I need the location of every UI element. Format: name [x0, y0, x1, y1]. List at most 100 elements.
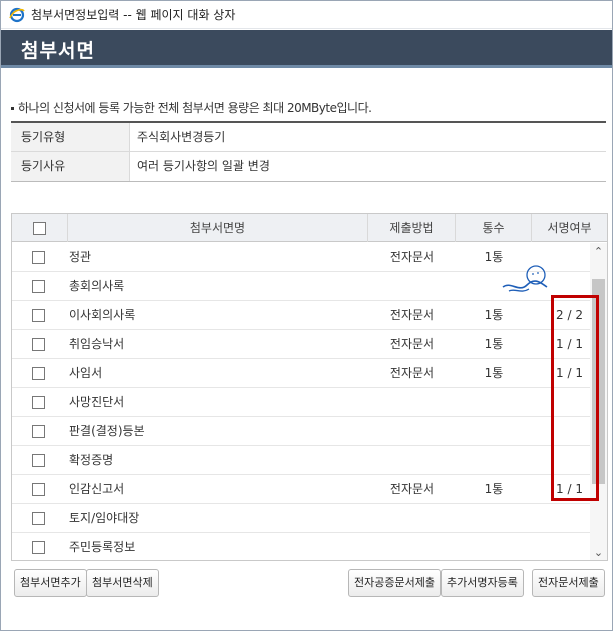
table-row[interactable]: 주민등록정보	[12, 533, 592, 560]
submission-method: 전자문서	[389, 482, 435, 496]
ie-icon	[9, 7, 25, 22]
row-checkbox[interactable]	[31, 425, 45, 438]
signature-status: 1 / 1	[556, 366, 583, 380]
notarized-document-submit-button[interactable]: 전자공증문서제출	[348, 569, 441, 597]
row-checkbox[interactable]	[31, 280, 45, 293]
attachment-name: 판결(결정)등본	[69, 424, 145, 438]
attachment-name: 사임서	[69, 366, 103, 380]
row-checkbox[interactable]	[31, 338, 45, 351]
row-checkbox-cell	[12, 388, 64, 416]
registration-info-table: 등기유형 주식회사변경등기 등기사유 여러 등기사항의 일괄 변경	[11, 121, 606, 182]
copy-count	[456, 504, 532, 532]
select-all-checkbox[interactable]	[33, 222, 46, 235]
info-label: 등기유형	[11, 123, 130, 151]
select-all-cell	[12, 214, 68, 242]
column-header-method: 제출방법	[368, 214, 456, 242]
submission-method: 전자문서	[389, 366, 435, 380]
row-checkbox[interactable]	[31, 454, 45, 467]
row-checkbox-cell	[12, 504, 64, 532]
column-header-sign: 서명여부	[547, 221, 592, 235]
row-checkbox-cell	[12, 301, 64, 329]
table-row[interactable]: 인감신고서 전자문서 1통 1 / 1	[12, 475, 592, 504]
signature-status: 1 / 1	[556, 482, 583, 496]
row-checkbox[interactable]	[31, 309, 45, 322]
scroll-thumb[interactable]	[592, 279, 605, 484]
info-value: 여러 등기사항의 일괄 변경	[137, 159, 270, 173]
copy-count	[456, 446, 532, 474]
row-checkbox-cell	[12, 272, 64, 300]
info-value: 주식회사변경등기	[137, 130, 226, 144]
signature-status	[532, 504, 592, 532]
dialog-window: 첨부서면정보입력 -- 웹 페이지 대화 상자 첨부서면 하나의 신청서에 등록…	[0, 0, 613, 631]
page-title: 첨부서면	[21, 40, 95, 62]
row-checkbox-cell	[12, 475, 64, 503]
submission-method: 전자문서	[389, 337, 435, 351]
e-document-submit-button[interactable]: 전자문서제출	[532, 569, 605, 597]
copy-count	[456, 417, 532, 445]
table-row[interactable]: 사임서 전자문서 1통 1 / 1	[12, 359, 592, 388]
row-checkbox[interactable]	[31, 367, 45, 380]
submission-method	[368, 417, 456, 445]
submission-method: 전자문서	[389, 308, 435, 322]
grid-header: 첨부서면명 제출방법 통수 서명여부	[12, 214, 607, 242]
attachment-name: 사망진단서	[69, 395, 125, 409]
title-bar: 첨부서면정보입력 -- 웹 페이지 대화 상자	[1, 1, 612, 29]
signature-status	[532, 417, 592, 445]
attachment-name: 토지/임야대장	[69, 511, 140, 525]
capacity-notice: 하나의 신청서에 등록 가능한 전체 첨부서면 용량은 최대 20MByte입니…	[11, 99, 372, 116]
info-label: 등기사유	[11, 152, 130, 181]
row-checkbox[interactable]	[31, 512, 45, 525]
submission-method	[368, 446, 456, 474]
table-row[interactable]: 토지/임야대장	[12, 504, 592, 533]
copy-count: 1통	[484, 366, 504, 380]
scroll-down-icon[interactable]: ⌄	[590, 544, 607, 560]
column-header-name: 첨부서면명	[68, 214, 368, 242]
table-row[interactable]: 취임승낙서 전자문서 1통 1 / 1	[12, 330, 592, 359]
window-title: 첨부서면정보입력 -- 웹 페이지 대화 상자	[31, 8, 236, 22]
scroll-up-icon[interactable]: ⌃	[590, 243, 607, 260]
submission-method: 전자문서	[389, 250, 435, 264]
info-row-type: 등기유형 주식회사변경등기	[11, 123, 606, 152]
submission-method	[368, 504, 456, 532]
bullet-icon	[11, 107, 14, 110]
vertical-scrollbar[interactable]: ⌃ ⌄	[590, 243, 607, 560]
attachment-name: 주민등록정보	[69, 540, 136, 554]
copy-count	[456, 533, 532, 560]
row-checkbox-cell	[12, 417, 64, 445]
submission-method	[368, 272, 456, 300]
signature-status	[532, 446, 592, 474]
hand-drawn-doodle-icon	[502, 265, 548, 292]
row-checkbox-cell	[12, 243, 64, 271]
add-attachment-button[interactable]: 첨부서면추가	[14, 569, 87, 597]
copy-count: 1통	[484, 482, 504, 496]
page-header: 첨부서면	[1, 30, 612, 68]
attachment-name: 정관	[69, 250, 92, 264]
submission-method	[368, 533, 456, 560]
copy-count: 1통	[484, 308, 504, 322]
row-checkbox[interactable]	[31, 483, 45, 496]
signature-status: 2 / 2	[556, 308, 583, 322]
row-checkbox-cell	[12, 446, 64, 474]
table-row[interactable]: 판결(결정)등본	[12, 417, 592, 446]
attachment-name: 확정증명	[69, 453, 114, 467]
delete-attachment-button[interactable]: 첨부서면삭제	[86, 569, 159, 597]
copy-count: 1통	[484, 337, 504, 351]
row-checkbox-cell	[12, 330, 64, 358]
row-checkbox-cell	[12, 359, 64, 387]
attachment-name: 이사회의사록	[69, 308, 136, 322]
attachment-name: 취임승낙서	[69, 337, 125, 351]
signature-status	[532, 533, 592, 560]
notice-text: 하나의 신청서에 등록 가능한 전체 첨부서면 용량은 최대 20MByte입니…	[18, 101, 372, 115]
column-header-count: 통수	[456, 214, 532, 242]
row-checkbox[interactable]	[31, 396, 45, 409]
submission-method	[368, 388, 456, 416]
table-row[interactable]: 확정증명	[12, 446, 592, 475]
copy-count	[456, 388, 532, 416]
add-signer-button[interactable]: 추가서명자등록	[441, 569, 524, 597]
row-checkbox[interactable]	[31, 251, 45, 264]
table-row[interactable]: 이사회의사록 전자문서 1통 2 / 2	[12, 301, 592, 330]
row-checkbox[interactable]	[31, 541, 45, 554]
table-row[interactable]: 사망진단서	[12, 388, 592, 417]
row-checkbox-cell	[12, 533, 64, 560]
signature-status	[532, 388, 592, 416]
